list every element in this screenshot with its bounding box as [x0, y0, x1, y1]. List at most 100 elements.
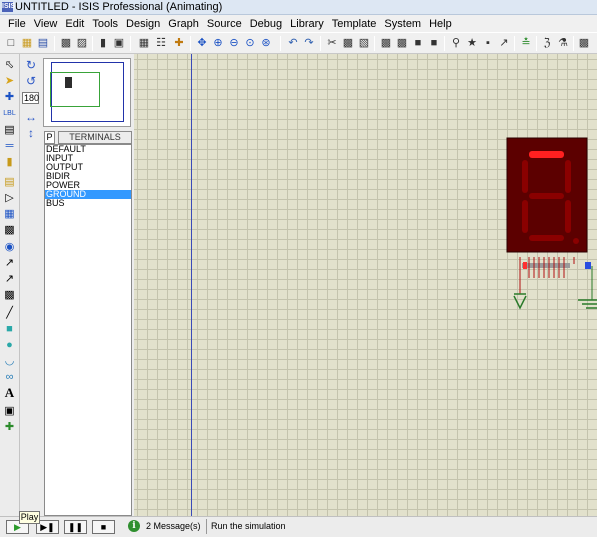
pan-icon[interactable]: ✥: [195, 36, 209, 50]
status-divider: [206, 519, 207, 534]
block-delete-icon[interactable]: ■: [427, 36, 441, 50]
wire-autorouter-icon[interactable]: ≛: [519, 36, 533, 50]
segment-a: [529, 151, 564, 158]
export-icon[interactable]: ▨: [75, 36, 89, 50]
virtual-instruments-icon[interactable]: ▩: [2, 288, 17, 302]
toolbar-separator: [374, 36, 375, 51]
rotation-angle-field[interactable]: 180: [22, 92, 39, 104]
line-icon[interactable]: ╱: [2, 306, 17, 320]
copy-icon[interactable]: ▩: [341, 36, 355, 50]
menu-edit[interactable]: Edit: [61, 18, 88, 30]
seven-segment-display[interactable]: [506, 137, 588, 253]
property-tool-icon[interactable]: ⚗: [556, 36, 570, 50]
schematic-canvas[interactable]: [134, 54, 597, 516]
subcircuit-icon[interactable]: ▮: [2, 155, 17, 169]
paste-icon[interactable]: ▧: [357, 36, 371, 50]
circle-icon[interactable]: ●: [2, 338, 17, 352]
menu-design[interactable]: Design: [122, 18, 164, 30]
selector-title: TERMINALS: [58, 131, 132, 144]
voltage-probe-icon[interactable]: ↗: [2, 256, 17, 270]
junction-dot-icon[interactable]: ✚: [2, 90, 17, 104]
ground-symbol-right[interactable]: [578, 299, 597, 309]
menu-template[interactable]: Template: [328, 18, 381, 30]
terminals-icon[interactable]: ▤: [2, 175, 17, 189]
rotate-clockwise-icon[interactable]: ↻: [22, 58, 40, 72]
area-icon[interactable]: ▣: [112, 36, 126, 50]
text-script-icon[interactable]: ▤: [2, 123, 17, 137]
menu-library[interactable]: Library: [286, 18, 328, 30]
mirror-horizontal-icon[interactable]: ↔: [22, 110, 40, 124]
package-icon[interactable]: ▪: [481, 36, 495, 50]
zoom-out-icon[interactable]: ⊖: [227, 36, 241, 50]
symbol-icon[interactable]: ▣: [2, 404, 17, 418]
generator-icon[interactable]: ◉: [2, 240, 17, 254]
current-probe-icon[interactable]: ↗: [2, 272, 17, 286]
menu-view[interactable]: View: [30, 18, 62, 30]
play-tooltip: Play: [19, 511, 40, 524]
new-sheet-icon[interactable]: ▩: [577, 36, 591, 50]
menu-system[interactable]: System: [380, 18, 425, 30]
tape-recorder-icon[interactable]: ▩: [2, 223, 17, 237]
info-icon[interactable]: i: [128, 520, 140, 532]
menu-file[interactable]: File: [4, 18, 30, 30]
device-pins-icon[interactable]: ▷: [2, 191, 17, 205]
mirror-vertical-icon[interactable]: ↕: [22, 126, 40, 140]
message-count[interactable]: 2 Message(s): [146, 521, 201, 531]
make-device-icon[interactable]: ★: [465, 36, 479, 50]
text-icon[interactable]: A: [2, 386, 17, 400]
refresh-icon[interactable]: ▦: [137, 36, 151, 50]
list-item[interactable]: BUS: [45, 199, 131, 208]
search-tag-icon[interactable]: ℨ: [540, 36, 554, 50]
toolbar-separator: [573, 36, 574, 51]
toolbar-separator: [444, 36, 445, 51]
overview-viewport[interactable]: [50, 72, 100, 107]
menu-source[interactable]: Source: [203, 18, 246, 30]
common-pin-marker: [585, 262, 591, 269]
overview-display-component: [65, 77, 72, 88]
rotate-anticlockwise-icon[interactable]: ↺: [22, 74, 40, 88]
graph-icon[interactable]: ▦: [2, 207, 17, 221]
pick-button[interactable]: P: [44, 131, 55, 144]
toolbar-separator: [280, 36, 281, 51]
open-icon[interactable]: ▦: [20, 36, 34, 50]
box-icon[interactable]: ■: [2, 322, 17, 336]
window-title: UNTITLED - ISIS Professional (Animating): [15, 1, 223, 13]
selection-mode-icon[interactable]: ⬁: [2, 58, 17, 72]
zoom-in-icon[interactable]: ⊕: [211, 36, 225, 50]
wire-label-icon[interactable]: LBL: [2, 107, 17, 121]
new-icon[interactable]: □: [4, 36, 18, 50]
arc-icon[interactable]: ◡: [2, 354, 17, 368]
buses-icon[interactable]: ═: [2, 139, 17, 153]
block-copy-icon[interactable]: ▩: [379, 36, 393, 50]
segment-f: [522, 160, 528, 193]
overview-window[interactable]: [43, 58, 131, 127]
pick-device-icon[interactable]: ⚲: [449, 36, 463, 50]
menu-help[interactable]: Help: [425, 18, 456, 30]
block-move-icon[interactable]: ▩: [395, 36, 409, 50]
menu-tools[interactable]: Tools: [88, 18, 122, 30]
import-icon[interactable]: ▩: [59, 36, 73, 50]
print-icon[interactable]: ▮: [96, 36, 110, 50]
terminals-list[interactable]: DEFAULT INPUT OUTPUT BIDIR POWER GROUND …: [44, 144, 132, 516]
menu-debug[interactable]: Debug: [246, 18, 286, 30]
path-icon[interactable]: ∞: [2, 370, 17, 384]
cut-icon[interactable]: ✂: [325, 36, 339, 50]
marker-icon[interactable]: ✚: [2, 420, 17, 434]
grid-icon[interactable]: ☷: [154, 36, 168, 50]
origin-icon[interactable]: ✚: [172, 36, 186, 50]
menu-graph[interactable]: Graph: [164, 18, 203, 30]
pause-button[interactable]: ❚❚: [64, 520, 87, 534]
ground-symbol-left[interactable]: [513, 293, 527, 310]
display-pins: [519, 257, 593, 300]
block-rotate-icon[interactable]: ■: [411, 36, 425, 50]
save-icon[interactable]: ▤: [36, 36, 50, 50]
stop-button[interactable]: ■: [92, 520, 115, 534]
schematic-drawing: [506, 137, 597, 310]
zoom-area-icon[interactable]: ⊛: [259, 36, 273, 50]
undo-icon[interactable]: ↶: [286, 36, 300, 50]
component-mode-icon[interactable]: ➤: [2, 74, 17, 88]
redo-icon[interactable]: ↷: [302, 36, 316, 50]
zoom-all-icon[interactable]: ⊙: [243, 36, 257, 50]
mode-toolbar: ⬁ ➤ ✚ LBL ▤ ═ ▮ ▤ ▷ ▦ ▩ ◉ ↗ ↗ ▩ ╱ ■ ● ◡ …: [0, 54, 20, 516]
decompose-icon[interactable]: ↗: [497, 36, 511, 50]
